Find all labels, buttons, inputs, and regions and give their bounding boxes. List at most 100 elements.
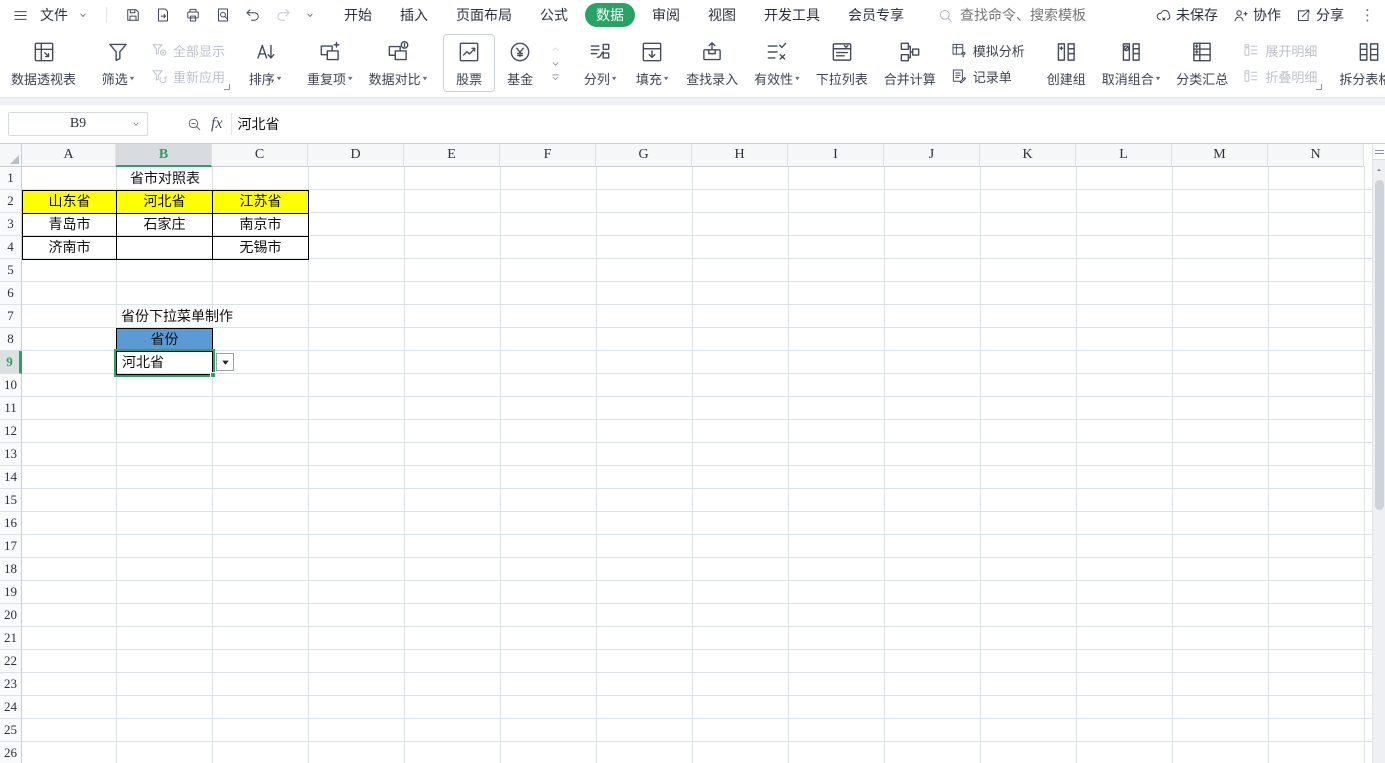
magnifier-icon[interactable]: [186, 116, 203, 133]
redo-icon[interactable]: [271, 3, 295, 27]
row-header-9[interactable]: 9: [0, 351, 22, 374]
ribbon-button[interactable]: 查找录入: [678, 33, 746, 93]
column-header-a[interactable]: A: [22, 144, 116, 167]
column-header-g[interactable]: G: [596, 144, 692, 167]
row-header-19[interactable]: 19: [0, 581, 22, 604]
row-header-18[interactable]: 18: [0, 558, 22, 581]
more-chevron-icon[interactable]: [301, 3, 319, 27]
column-header-n[interactable]: N: [1268, 144, 1364, 167]
menu-tab[interactable]: 开发工具: [753, 3, 831, 27]
ribbon-button[interactable]: 分类汇总: [1168, 33, 1236, 93]
ribbon-button[interactable]: 排序 ▾: [239, 33, 291, 93]
cell-a2[interactable]: 山东省: [22, 190, 117, 214]
row-header-17[interactable]: 17: [0, 535, 22, 558]
search-input[interactable]: [960, 7, 1110, 23]
column-header-c[interactable]: C: [212, 144, 308, 167]
row-header-3[interactable]: 3: [0, 213, 22, 236]
collaborate-button[interactable]: 协作: [1232, 5, 1281, 25]
menu-tab[interactable]: 页面布局: [445, 3, 523, 27]
gallery-item[interactable]: 基金: [495, 34, 545, 92]
ribbon-button-small[interactable]: ? 模拟分析: [950, 41, 1025, 60]
gallery-expand-icon[interactable]: [550, 72, 561, 83]
file-menu[interactable]: 文件: [40, 5, 68, 25]
cell-a1[interactable]: 省市对照表: [22, 167, 308, 190]
more-options-icon[interactable]: ⋮: [1358, 6, 1377, 24]
column-header-d[interactable]: D: [308, 144, 404, 167]
row-header-12[interactable]: 12: [0, 420, 22, 443]
export-icon[interactable]: [151, 3, 175, 27]
menu-tab[interactable]: 公式: [529, 3, 579, 27]
cell-a4[interactable]: 济南市: [22, 236, 117, 260]
row-header-7[interactable]: 7: [0, 305, 22, 328]
row-header-4[interactable]: 4: [0, 236, 22, 259]
name-box-chevron-down-icon[interactable]: [130, 118, 142, 130]
cell-b3[interactable]: 石家庄: [116, 213, 213, 237]
row-header-24[interactable]: 24: [0, 696, 22, 719]
ribbon-button[interactable]: 下拉列表: [808, 33, 876, 93]
column-header-m[interactable]: M: [1172, 144, 1268, 167]
ribbon-button[interactable]: 重复项 ▾: [299, 33, 361, 93]
ribbon-button-small[interactable]: 记录单: [950, 67, 1025, 86]
column-header-l[interactable]: L: [1076, 144, 1172, 167]
column-header-h[interactable]: H: [692, 144, 788, 167]
menu-tab[interactable]: 视图: [697, 3, 747, 27]
row-header-1[interactable]: 1: [0, 167, 22, 190]
file-chevron-down-icon[interactable]: [74, 3, 92, 27]
cell-b4[interactable]: [116, 236, 213, 260]
name-box[interactable]: B9: [8, 112, 148, 136]
ribbon-button[interactable]: 拆分表格▾: [1331, 33, 1385, 93]
menu-tab[interactable]: 插入: [389, 3, 439, 27]
save-status[interactable]: 未保存: [1155, 5, 1218, 25]
row-header-23[interactable]: 23: [0, 673, 22, 696]
menu-tab[interactable]: 开始: [333, 3, 383, 27]
dialog-launcher-icon[interactable]: [224, 84, 231, 90]
row-header-13[interactable]: 13: [0, 443, 22, 466]
split-handle[interactable]: [1373, 144, 1385, 160]
ribbon-button[interactable]: 数据透视表: [3, 33, 84, 93]
gallery-item[interactable]: 股票: [443, 34, 496, 92]
scrollbar-thumb[interactable]: [1375, 180, 1384, 510]
ribbon-button[interactable]: 筛选 ▾: [92, 33, 144, 93]
undo-icon[interactable]: [241, 3, 265, 27]
cell-b2[interactable]: 河北省: [116, 190, 213, 214]
row-header-6[interactable]: 6: [0, 282, 22, 305]
data-validation-dropdown-button[interactable]: [216, 353, 234, 371]
row-header-25[interactable]: 25: [0, 719, 22, 742]
cell-a3[interactable]: 青岛市: [22, 213, 117, 237]
row-header-10[interactable]: 10: [0, 374, 22, 397]
cell-c2[interactable]: 江苏省: [212, 190, 309, 214]
column-header-j[interactable]: J: [884, 144, 980, 167]
row-header-2[interactable]: 2: [0, 190, 22, 213]
row-header-20[interactable]: 20: [0, 604, 22, 627]
share-button[interactable]: 分享: [1295, 5, 1344, 25]
row-header-22[interactable]: 22: [0, 650, 22, 673]
row-header-26[interactable]: 26: [0, 742, 22, 763]
menu-tab[interactable]: 会员专享: [837, 3, 915, 27]
row-header-21[interactable]: 21: [0, 627, 22, 650]
ribbon-button[interactable]: 取消组合 ▾: [1094, 33, 1169, 93]
ribbon-button[interactable]: 分列 ▾: [574, 33, 626, 93]
formula-input[interactable]: 河北省: [238, 114, 280, 134]
column-header-k[interactable]: K: [980, 144, 1076, 167]
vertical-scrollbar[interactable]: [1372, 144, 1385, 763]
column-header-b[interactable]: B: [116, 144, 212, 167]
cell-c3[interactable]: 南京市: [212, 213, 309, 237]
column-header-i[interactable]: I: [788, 144, 884, 167]
row-header-5[interactable]: 5: [0, 259, 22, 282]
row-header-8[interactable]: 8: [0, 328, 22, 351]
cell-b7[interactable]: 省份下拉菜单制作: [116, 305, 308, 328]
column-header-f[interactable]: F: [500, 144, 596, 167]
row-header-16[interactable]: 16: [0, 512, 22, 535]
ribbon-button[interactable]: 填充 ▾: [626, 33, 678, 93]
menu-tab[interactable]: 审阅: [641, 3, 691, 27]
hamburger-menu-icon[interactable]: [8, 3, 32, 27]
fill-handle[interactable]: [210, 372, 216, 378]
scroll-up-icon[interactable]: [1373, 164, 1385, 176]
save-icon[interactable]: [121, 3, 145, 27]
ribbon-button[interactable]: 创建组: [1039, 33, 1094, 93]
search-box[interactable]: [937, 7, 1110, 24]
column-header-e[interactable]: E: [404, 144, 500, 167]
row-header-11[interactable]: 11: [0, 397, 22, 420]
select-all-corner[interactable]: [0, 144, 22, 167]
ribbon-button[interactable]: 合并计算: [876, 33, 944, 93]
